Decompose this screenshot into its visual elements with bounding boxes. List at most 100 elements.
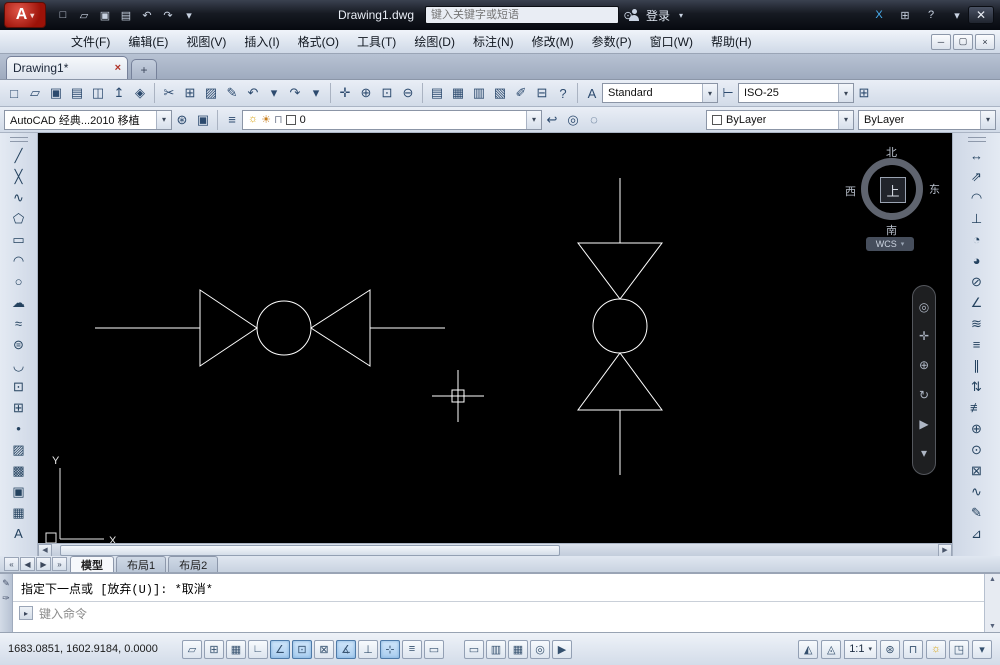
chevron-down-icon[interactable]	[156, 110, 171, 129]
table-style-icon[interactable]: ⊞	[854, 83, 874, 103]
ducs-toggle[interactable]: ⊥	[358, 639, 378, 659]
command-grip[interactable]: ✎ ✑	[0, 574, 13, 632]
dim-angular-icon[interactable]: ∠	[965, 292, 989, 313]
properties-icon[interactable]: ▤	[427, 83, 447, 103]
sheetset-icon[interactable]: ▧	[490, 83, 510, 103]
menu-edit[interactable]: 编辑(E)	[119, 30, 177, 53]
layer-unisolate-icon[interactable]: ◌	[584, 110, 604, 130]
publish-icon[interactable]: ↥	[109, 83, 129, 103]
command-input[interactable]: 键入命令	[39, 605, 87, 622]
steering-wheel-button[interactable]: ◎	[530, 639, 550, 659]
tab-drawing1[interactable]: Drawing1* ×	[6, 56, 128, 79]
dim-continue-icon[interactable]: ∥	[965, 355, 989, 376]
qat-redo-icon[interactable]: ↷	[159, 6, 177, 24]
tab-layout2[interactable]: 布局2	[168, 556, 219, 572]
nav-showmotion-icon[interactable]: ▶	[919, 417, 928, 431]
menu-draw[interactable]: 绘图(D)	[405, 30, 464, 53]
clean-screen-button[interactable]: ◳	[949, 639, 969, 659]
annotation-scale-combo[interactable]: 1:1 ▾	[844, 639, 877, 659]
qat-open-icon[interactable]: ▱	[75, 6, 93, 24]
toolbar-grip[interactable]	[967, 137, 986, 142]
menu-tools[interactable]: 工具(T)	[348, 30, 405, 53]
menu-view[interactable]: 视图(V)	[177, 30, 235, 53]
undo-icon[interactable]: ↶	[243, 83, 263, 103]
undo-arrow-icon[interactable]: ▾	[264, 83, 284, 103]
menu-format[interactable]: 格式(O)	[289, 30, 348, 53]
layer-properties-icon[interactable]: ≡	[222, 110, 242, 130]
qat-save-icon[interactable]: ▣	[96, 6, 114, 24]
quick-view-layouts-button[interactable]: ▥	[486, 639, 506, 659]
tab-layout1[interactable]: 布局1	[116, 556, 167, 572]
rectangle-icon[interactable]: ▭	[7, 229, 31, 250]
lwt-toggle[interactable]: ≡	[402, 639, 422, 659]
workspace-switching-button[interactable]: ⊛	[880, 639, 900, 659]
match-properties-icon[interactable]: ✎	[222, 83, 242, 103]
login-menu-icon[interactable]: ▾	[676, 6, 686, 24]
help2-icon[interactable]: ?	[553, 83, 573, 103]
insert-block-icon[interactable]: ⊡	[7, 376, 31, 397]
ellipse-arc-icon[interactable]: ◡	[7, 355, 31, 376]
new-icon[interactable]: □	[4, 83, 24, 103]
exchange-apps-icon[interactable]: X	[870, 6, 888, 24]
quick-view-drawings-button[interactable]: ▦	[508, 639, 528, 659]
scroll-up-icon[interactable]: ▲	[989, 576, 996, 583]
dim-edit-icon[interactable]: ✎	[965, 502, 989, 523]
dim-style-manager-icon[interactable]: ⊿	[965, 523, 989, 544]
command-input-row[interactable]: ▸ 键入命令	[13, 602, 984, 624]
otrack-toggle[interactable]: ∡	[336, 639, 356, 659]
dim-baseline-icon[interactable]: ≡	[965, 334, 989, 355]
workspace-combo[interactable]: AutoCAD 经典...2010 移植	[4, 109, 172, 130]
compass-west-label[interactable]: 西	[845, 183, 856, 199]
dim-inspect-icon[interactable]: ⊠	[965, 460, 989, 481]
compass-south-label[interactable]: 南	[886, 222, 897, 238]
dyn-toggle[interactable]: ⊹	[380, 639, 400, 659]
menu-parametric[interactable]: 参数(P)	[583, 30, 641, 53]
tab-model[interactable]: 模型	[70, 556, 114, 572]
first-layout-icon[interactable]: «	[4, 557, 19, 571]
dim-linear-icon[interactable]: ↔	[965, 145, 989, 166]
zoom-window-icon[interactable]: ⊡	[377, 83, 397, 103]
show-motion-button[interactable]: ▶	[552, 639, 572, 659]
make-block-icon[interactable]: ⊞	[7, 397, 31, 418]
plot-preview-icon[interactable]: ◫	[88, 83, 108, 103]
last-layout-icon[interactable]: »	[52, 557, 67, 571]
center-mark-icon[interactable]: ⊙	[965, 439, 989, 460]
scrollbar-thumb[interactable]	[60, 544, 560, 556]
dim-radius-icon[interactable]: ◔	[965, 229, 989, 250]
qp-toggle[interactable]: ▭	[424, 639, 444, 659]
chevron-down-icon[interactable]	[838, 110, 853, 129]
linetype-combo[interactable]: ByLayer	[858, 109, 996, 130]
nav-wheel-icon[interactable]: ◎	[919, 300, 929, 314]
dim-jog-line-icon[interactable]: ∿	[965, 481, 989, 502]
paste-icon[interactable]: ▨	[201, 83, 221, 103]
qat-plot-icon[interactable]: ▤	[117, 6, 135, 24]
workspace-save-icon[interactable]: ▣	[193, 110, 213, 130]
scroll-left-icon[interactable]: ◀	[38, 543, 52, 557]
gradient-icon[interactable]: ▩	[7, 460, 31, 481]
qat-menu-arrow-icon[interactable]: ▾	[180, 6, 198, 24]
cut-icon[interactable]: ✂	[159, 83, 179, 103]
open-icon[interactable]: ▱	[25, 83, 45, 103]
table-icon[interactable]: ▦	[7, 502, 31, 523]
status-menu-button[interactable]: ▾	[972, 639, 992, 659]
osnap3d-toggle[interactable]: ⊠	[314, 639, 334, 659]
menu-help[interactable]: 帮助(H)	[702, 30, 761, 53]
line-icon[interactable]: ╱	[7, 145, 31, 166]
wcs-menu[interactable]: WCS ▾	[866, 237, 914, 251]
drawing-canvas[interactable]: Y X 北 西 东 南 上 WCS ▾ ◎ ✛ ⊕ ↻ ▶ ▾	[38, 133, 952, 543]
toolbar-grip[interactable]	[9, 137, 28, 142]
tab-close-icon[interactable]: ×	[115, 62, 121, 74]
mtext-icon[interactable]: A	[7, 523, 31, 544]
hatch-icon[interactable]: ▨	[7, 439, 31, 460]
toolbar-lock-button[interactable]: ⊓	[903, 639, 923, 659]
export-dwf-icon[interactable]: ◈	[130, 83, 150, 103]
mdi-restore-button[interactable]: ▢	[953, 33, 973, 50]
grid-toggle[interactable]: ▦	[226, 639, 246, 659]
quick-dim-icon[interactable]: ≋	[965, 313, 989, 334]
dim-jogged-icon[interactable]: ◕	[965, 250, 989, 271]
circle-icon[interactable]: ○	[7, 271, 31, 292]
application-menu-button[interactable]: A ▾	[4, 2, 46, 28]
dim-ordinate-icon[interactable]: ⊥	[965, 208, 989, 229]
redo-arrow-icon[interactable]: ▾	[306, 83, 326, 103]
layer-previous-icon[interactable]: ↩	[542, 110, 562, 130]
